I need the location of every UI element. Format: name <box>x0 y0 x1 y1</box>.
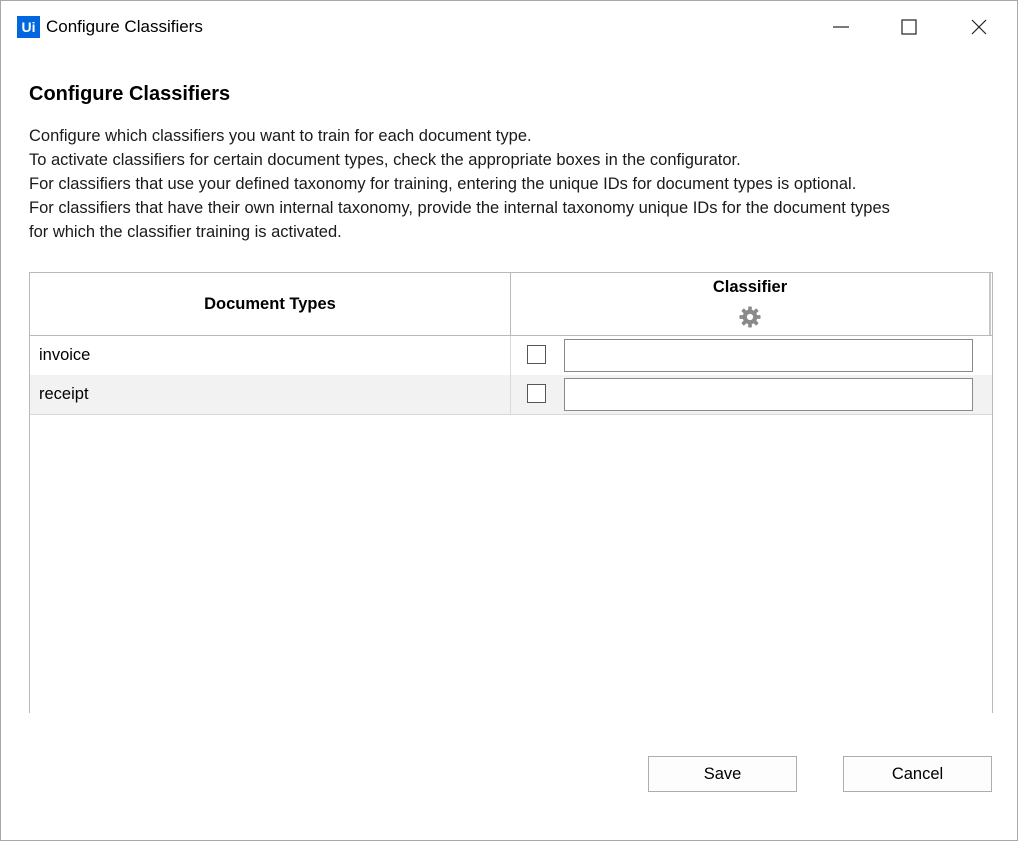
uipath-app-icon: Ui <box>17 16 40 38</box>
minimize-button[interactable] <box>807 1 875 53</box>
column-header-document-types: Document Types <box>30 273 511 335</box>
description-line: Configure which classifiers you want to … <box>29 127 532 145</box>
configure-classifiers-window: Ui Configure Classifiers Configure Class… <box>0 0 1018 841</box>
taxonomy-id-input[interactable] <box>564 378 973 411</box>
column-divider <box>510 375 511 414</box>
minimize-icon <box>833 26 849 28</box>
document-type-name: receipt <box>39 385 89 403</box>
close-icon <box>971 19 987 35</box>
description-line: For classifiers that use your defined ta… <box>29 175 857 193</box>
classifier-enable-checkbox[interactable] <box>527 345 546 364</box>
description-text: Configure which classifiers you want to … <box>29 124 989 244</box>
column-divider <box>510 336 511 375</box>
maximize-icon <box>901 19 917 35</box>
table-row[interactable]: receipt <box>30 375 992 415</box>
description-line: To activate classifiers for certain docu… <box>29 151 741 169</box>
save-button[interactable]: Save <box>648 756 797 792</box>
page-title: Configure Classifiers <box>29 83 231 105</box>
maximize-button[interactable] <box>875 1 943 53</box>
classifier-config-grid: Document Types Classifier invoice receip… <box>29 272 993 713</box>
description-line: for which the classifier training is act… <box>29 223 342 241</box>
gear-icon[interactable] <box>739 306 761 328</box>
column-header-classifier: Classifier <box>511 273 991 335</box>
table-row[interactable]: invoice <box>30 336 992 376</box>
taxonomy-id-input[interactable] <box>564 339 973 372</box>
classifier-enable-checkbox[interactable] <box>527 384 546 403</box>
window-title: Configure Classifiers <box>46 17 203 36</box>
title-bar[interactable]: Ui Configure Classifiers <box>1 1 1017 53</box>
grid-header: Document Types Classifier <box>30 273 992 336</box>
cancel-button[interactable]: Cancel <box>843 756 992 792</box>
document-type-name: invoice <box>39 346 91 364</box>
close-button[interactable] <box>945 1 1013 53</box>
classifier-column-label: Classifier <box>712 278 788 296</box>
description-line: For classifiers that have their own inte… <box>29 199 890 217</box>
